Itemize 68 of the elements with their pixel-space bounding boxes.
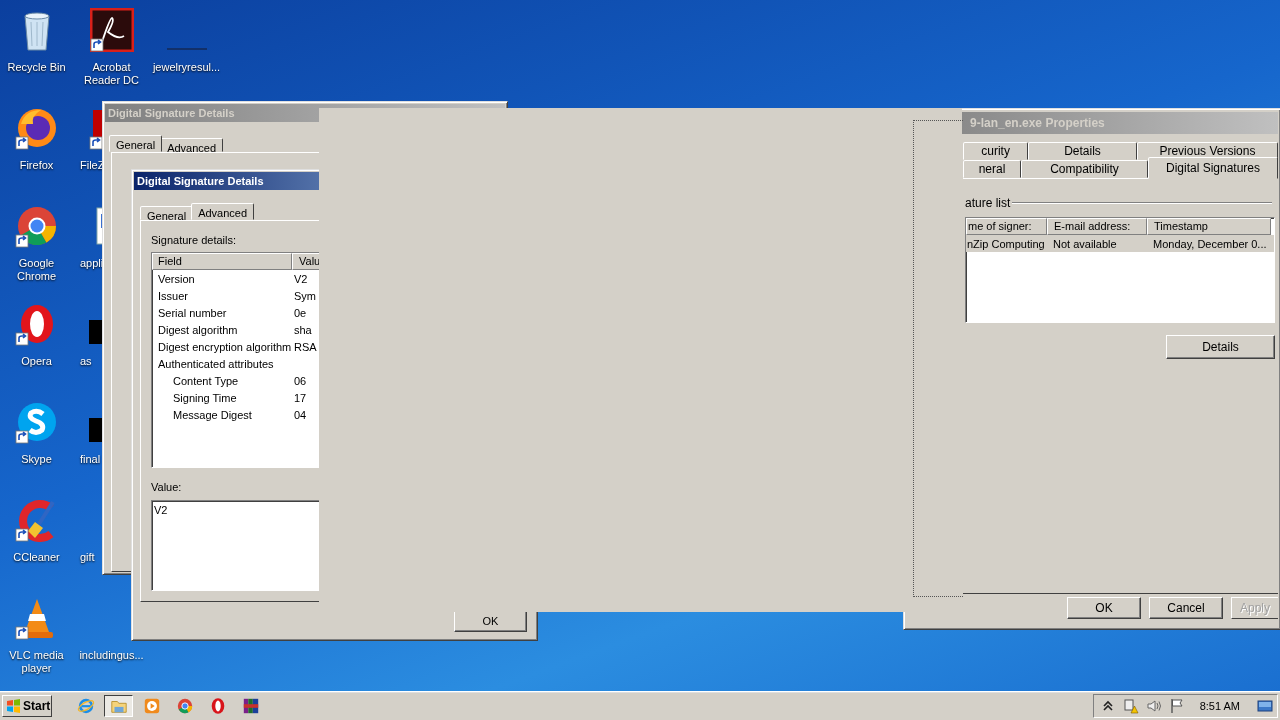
tab[interactable]: curity [963, 142, 1029, 160]
tab[interactable]: Advanced [160, 138, 224, 152]
table-cell-text: RSA [293, 340, 317, 353]
desktop-icon-label[interactable]: Google Chrome [0, 257, 73, 283]
table-cell-text: Serial number [157, 306, 228, 319]
desktop-icon-label[interactable]: jewelryresul... [152, 61, 221, 74]
dialog-button[interactable]: OK [1067, 597, 1141, 619]
ok-button[interactable]: OK [454, 610, 527, 632]
taskbar-button[interactable] [104, 695, 133, 717]
desktop-icon-label[interactable]: includingus... [79, 649, 144, 662]
desktop-icon-label[interactable]: Skype [21, 453, 52, 466]
table-cell-text: 17 [293, 391, 307, 404]
media-player-icon[interactable] [142, 697, 161, 715]
speaker-icon[interactable] [1145, 698, 1162, 714]
desktop-icon-label[interactable]: Opera [21, 355, 52, 368]
table-cell-text: Issuer [157, 289, 189, 302]
table-cell-text: 04 [293, 408, 307, 421]
desktop-icon-label[interactable]: as [80, 355, 92, 368]
desktop-icon-label[interactable]: VLC media player [0, 649, 73, 675]
desktop-icon-label[interactable]: appli [80, 257, 104, 270]
table-cell-text: Content Type [172, 374, 240, 387]
tab[interactable]: Digital Signatures [1148, 157, 1278, 179]
table-cell-text: Not available [1052, 237, 1118, 250]
table-cell-text: 06 [293, 374, 307, 387]
table-cell-text: Sym [293, 289, 316, 302]
table-cell-text: 0e [293, 306, 307, 319]
details-button[interactable]: Details [1166, 335, 1275, 359]
show-desktop-icon[interactable] [1257, 698, 1273, 714]
flag-icon[interactable] [1168, 698, 1185, 714]
tab[interactable]: General [140, 206, 194, 220]
start-logo-icon [6, 699, 21, 713]
tab[interactable]: Details [1028, 142, 1137, 160]
desktop-icon-label[interactable]: Firefox [19, 159, 54, 172]
line-icon [166, 48, 207, 50]
table-cell-text: Digest encryption algorithm [157, 340, 292, 353]
column-header[interactable]: me of signer: [966, 218, 1047, 235]
column-header[interactable]: E-mail address: [1047, 218, 1147, 235]
tab[interactable]: Advanced [191, 203, 255, 220]
table-cell-text: nZip Computing [966, 237, 1046, 250]
table-cell-text: Version [157, 272, 196, 285]
table-cell-text: Authenticated attributes [157, 357, 275, 370]
table-cell-text: Signing Time [172, 391, 238, 404]
table-cell-text: sha [293, 323, 312, 336]
table-row[interactable]: nZip Computing Not available Monday, December 0... [966, 235, 1274, 252]
desktop-icon-label[interactable]: CCleaner [13, 551, 60, 564]
tab[interactable]: neral [963, 160, 1021, 178]
desktop-icon-label[interactable]: Acrobat Reader DC [75, 61, 148, 87]
table-cell-text: Message Digest [172, 408, 253, 421]
tab[interactable]: Compatibility [1021, 160, 1148, 178]
table-cell-text: Digest algorithm [157, 323, 239, 336]
column-header[interactable]: Timestamp [1147, 218, 1271, 235]
desktop-icon-label[interactable]: final [80, 453, 101, 466]
field-label: Value: [151, 480, 183, 494]
dialog-button[interactable]: Cancel [1149, 597, 1223, 619]
network-warning-icon[interactable] [1122, 698, 1139, 714]
group-label: ature list [965, 196, 1011, 210]
desktop-icon-label[interactable]: Recycle Bin [7, 61, 66, 74]
books-icon[interactable] [241, 697, 260, 715]
section-label: Signature details: [151, 233, 237, 247]
table-cell-text: Monday, December 0... [1152, 237, 1268, 250]
table-cell-text: V2 [293, 272, 308, 285]
desktop-icon-label[interactable]: gift [80, 551, 95, 564]
column-header[interactable]: Field [152, 253, 292, 270]
chrome-icon[interactable] [175, 697, 194, 715]
start-button[interactable]: Start [2, 695, 52, 717]
clock[interactable]: 8:51 AM [1199, 700, 1240, 712]
ie-icon[interactable] [76, 697, 95, 715]
tab[interactable]: General [109, 135, 163, 152]
